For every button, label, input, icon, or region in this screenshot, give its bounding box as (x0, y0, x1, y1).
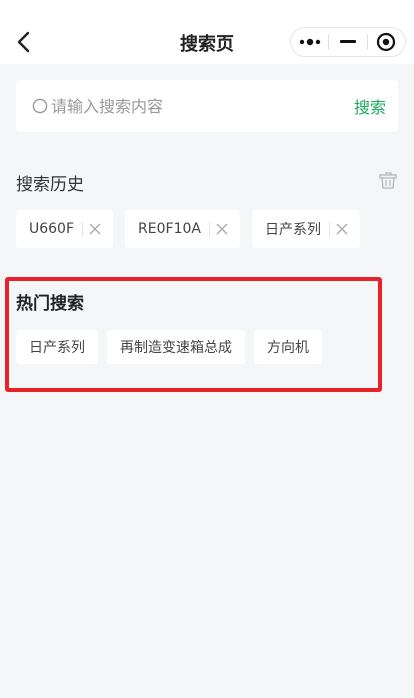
close-target-icon (377, 32, 396, 52)
close-program-button[interactable] (368, 28, 405, 56)
minimize-icon (339, 40, 356, 43)
mini-program-capsule (290, 27, 406, 57)
hot-tag[interactable]: 方向机 (254, 330, 322, 364)
history-tag-label: 日产系列 (264, 222, 321, 238)
navigation-bar: 搜索页 (0, 0, 414, 64)
history-tag[interactable]: U660F (16, 210, 114, 248)
close-icon[interactable] (89, 223, 101, 235)
search-icon (32, 98, 48, 114)
tag-divider (208, 222, 210, 236)
clear-history-button[interactable] (378, 170, 398, 190)
search-button[interactable]: 搜索 (354, 94, 386, 118)
minimize-button[interactable] (329, 28, 366, 56)
history-tag-list: U660F RE0F10A 日产系列 (16, 210, 372, 248)
more-button[interactable] (291, 28, 328, 56)
tag-divider (82, 222, 84, 236)
history-tag[interactable]: 日产系列 (251, 210, 360, 248)
more-dots-icon (299, 38, 320, 46)
search-input[interactable] (51, 96, 354, 116)
close-icon[interactable] (336, 223, 348, 235)
close-icon[interactable] (216, 223, 228, 235)
search-bar: 搜索 (16, 80, 398, 132)
tag-divider (328, 222, 330, 236)
history-tag-label: U660F (29, 221, 75, 237)
hot-search-title: 热门搜索 (16, 294, 84, 314)
history-tag[interactable]: RE0F10A (125, 210, 240, 248)
history-tag-label: RE0F10A (138, 221, 201, 237)
hot-tag[interactable]: 日产系列 (16, 330, 98, 364)
history-title: 搜索历史 (16, 175, 84, 195)
hot-tag[interactable]: 再制造变速箱总成 (107, 330, 245, 364)
hot-tag-list: 日产系列 再制造变速箱总成 方向机 (16, 330, 331, 364)
trash-icon (379, 172, 397, 189)
